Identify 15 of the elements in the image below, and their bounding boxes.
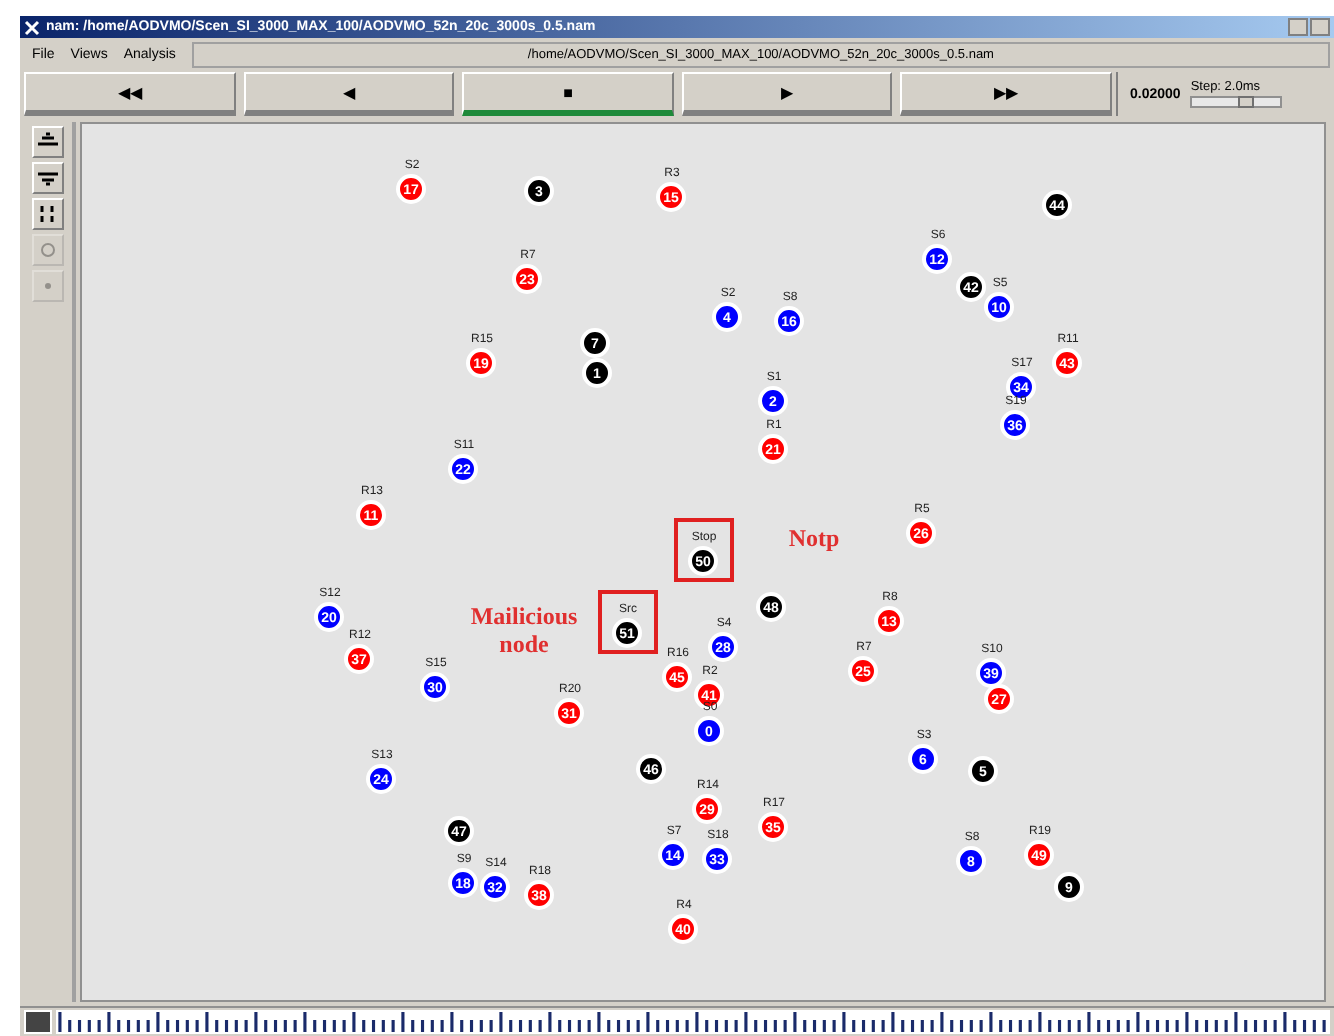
playback-button[interactable]: ◀ xyxy=(243,72,455,116)
annotation-text: Mailicious node xyxy=(468,602,580,658)
step-slider[interactable] xyxy=(1190,96,1283,108)
slider-thumb[interactable] xyxy=(1237,96,1254,108)
grid-icon[interactable] xyxy=(32,198,64,230)
playback-button[interactable]: ▶▶ xyxy=(900,72,1112,116)
playback-button[interactable]: ■ xyxy=(462,72,674,116)
minimize-icon[interactable] xyxy=(1288,18,1308,36)
timeline-ruler[interactable] xyxy=(56,1010,1330,1034)
timeline-icon[interactable] xyxy=(24,1010,52,1034)
playback-button[interactable]: ◀◀ xyxy=(24,72,236,116)
playback-button[interactable]: ▶ xyxy=(681,72,893,116)
maximize-icon[interactable] xyxy=(1310,18,1330,36)
annotation-text: Notp xyxy=(786,524,842,552)
app-icon xyxy=(24,19,40,35)
